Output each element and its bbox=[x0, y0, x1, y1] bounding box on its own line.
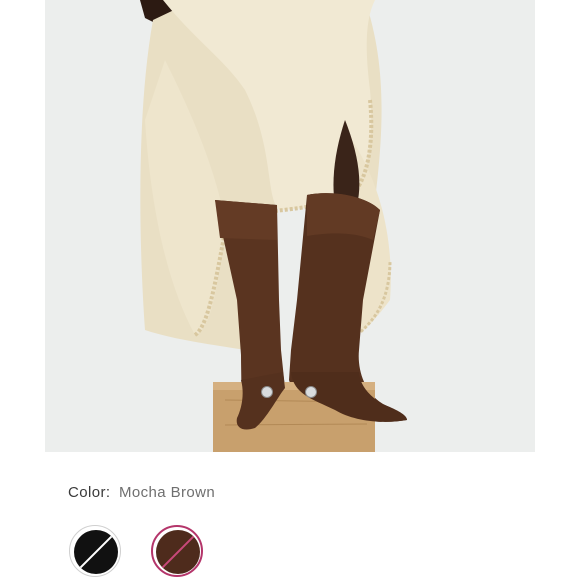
product-details: Color: Mocha Brown bbox=[45, 452, 535, 580]
product-image[interactable] bbox=[45, 0, 535, 452]
unavailable-slash-icon bbox=[156, 530, 200, 574]
selected-color-name: Mocha Brown bbox=[119, 484, 216, 501]
product-page: Color: Mocha Brown bbox=[0, 0, 580, 580]
swatch-mocha-brown-fill bbox=[156, 530, 200, 574]
swatch-mocha-brown[interactable] bbox=[151, 525, 203, 577]
swatch-black[interactable] bbox=[69, 525, 121, 577]
color-label: Color: bbox=[68, 484, 111, 501]
swatch-black-fill bbox=[74, 530, 118, 574]
unavailable-slash-icon bbox=[74, 530, 118, 574]
model-photo-illustration bbox=[45, 0, 535, 452]
color-selection-label: Color: Mocha Brown bbox=[68, 484, 215, 501]
